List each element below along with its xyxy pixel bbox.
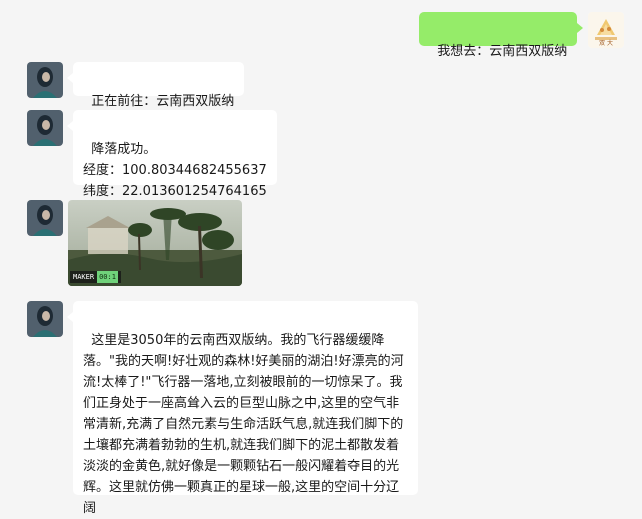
my-avatar-caption: 双 大 bbox=[599, 40, 613, 47]
my-message-bubble[interactable]: 我想去：云南西双版纳 bbox=[419, 12, 584, 59]
bot-avatar[interactable] bbox=[27, 62, 63, 98]
message-text: 降落成功。 经度：100.80344682455637 纬度：22.013601… bbox=[83, 142, 267, 199]
bot-message-bubble[interactable]: 正在前往：云南西双版纳 bbox=[66, 62, 245, 109]
message-text: 正在前往：云南西双版纳 bbox=[91, 94, 235, 109]
xishuangbanna-photo[interactable]: MAKER 00:1 bbox=[68, 200, 242, 286]
bot-avatar[interactable] bbox=[27, 301, 63, 337]
bot-avatar[interactable] bbox=[27, 200, 63, 236]
watermark-text: MAKER bbox=[73, 273, 95, 281]
message-text: 我想去：云南西双版纳 bbox=[437, 44, 568, 59]
message-text: 这里是3050年的云南西双版纳。我的飞行器缓缓降落。"我的天啊!好壮观的森林!好… bbox=[83, 333, 404, 516]
photo-watermark: MAKER 00:1 bbox=[70, 271, 121, 283]
watermark-highlight: 00:1 bbox=[97, 271, 118, 283]
bot-message-bubble[interactable]: 降落成功。 经度：100.80344682455637 纬度：22.013601… bbox=[67, 110, 277, 199]
bot-avatar[interactable] bbox=[27, 110, 63, 146]
bot-message-bubble[interactable]: 这里是3050年的云南西双版纳。我的飞行器缓缓降落。"我的天啊!好壮观的森林!好… bbox=[67, 301, 418, 516]
my-avatar[interactable]: 双 大 bbox=[588, 12, 624, 48]
